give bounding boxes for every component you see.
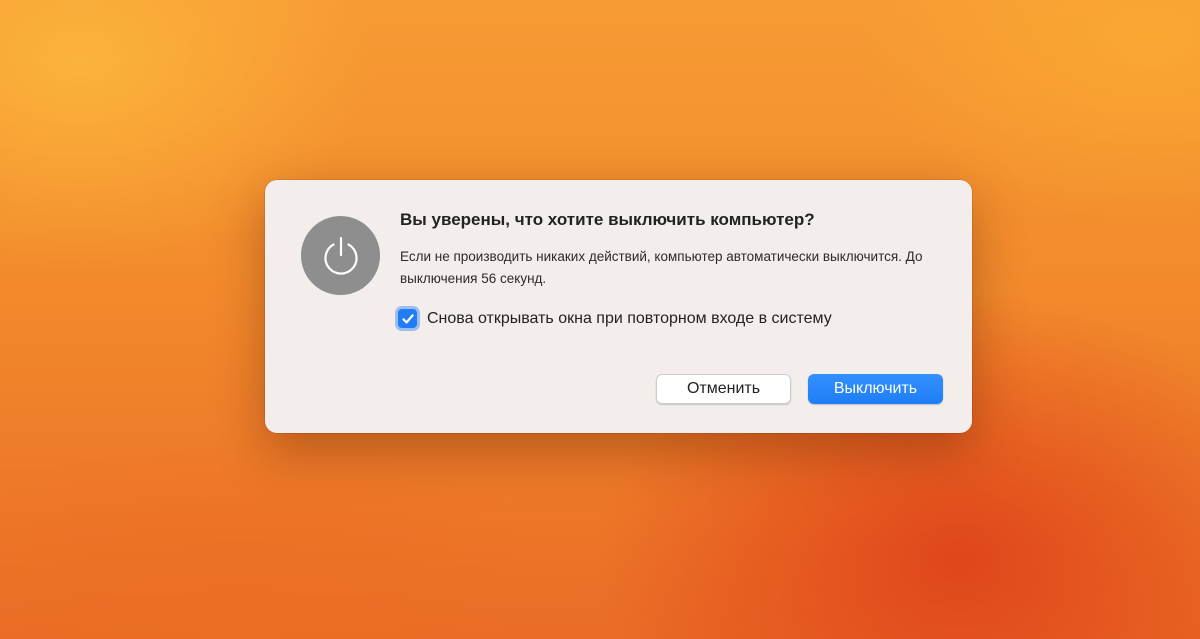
shutdown-dialog: Вы уверены, что хотите выключить компьют…: [265, 180, 972, 433]
reopen-windows-checkbox[interactable]: [398, 309, 417, 328]
dialog-title: Вы уверены, что хотите выключить компьют…: [400, 210, 815, 229]
dialog-message: Если не производить никаких действий, ко…: [400, 249, 923, 286]
power-icon: [301, 216, 380, 295]
cancel-button[interactable]: Отменить: [656, 374, 791, 404]
reopen-windows-option[interactable]: Снова открывать окна при повторном входе…: [398, 309, 832, 328]
shutdown-button[interactable]: Выключить: [808, 374, 943, 404]
checkmark-icon: [401, 313, 414, 323]
reopen-windows-label[interactable]: Снова открывать окна при повторном входе…: [427, 310, 832, 328]
